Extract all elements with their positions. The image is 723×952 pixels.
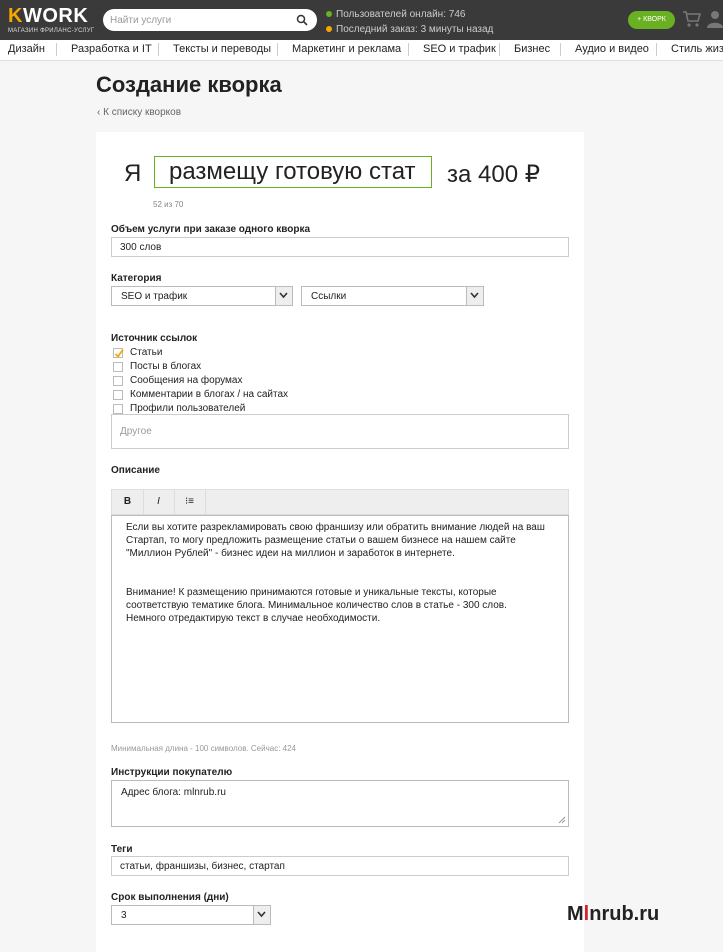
bold-button[interactable]: B — [112, 490, 144, 514]
checkbox-label: Профили пользователей — [130, 403, 246, 414]
tags-label: Теги — [111, 844, 133, 855]
search-icon[interactable] — [296, 14, 308, 26]
editor-toolbar: B I ⁝≡ — [111, 489, 569, 515]
nav-lifestyle[interactable]: Стиль жизни — [671, 43, 723, 55]
list-button[interactable]: ⁝≡ — [174, 490, 206, 514]
instructions-label: Инструкции покупателю — [111, 767, 233, 778]
checkbox-label: Статьи — [130, 347, 163, 358]
kwork-logo[interactable]: KWORK — [8, 6, 88, 26]
checkbox-label: Посты в блогах — [130, 361, 202, 372]
search-input[interactable] — [110, 12, 290, 28]
logo-k: K — [8, 5, 23, 27]
nav-divider — [56, 43, 57, 56]
description-label: Описание — [111, 465, 160, 476]
checkbox-label: Комментарии в блогах / на сайтах — [130, 389, 289, 400]
category-label: Категория — [111, 273, 162, 284]
kwork-title-input[interactable] — [154, 156, 432, 188]
checkbox[interactable] — [113, 390, 123, 400]
checkbox[interactable] — [113, 376, 123, 386]
last-order-text: Последний заказ: 3 минуты назад — [336, 24, 494, 35]
nav-divider — [158, 43, 159, 56]
nav-design[interactable]: Дизайн — [8, 43, 45, 55]
italic-button[interactable]: I — [143, 490, 175, 514]
link-source-label: Источник ссылок — [111, 333, 198, 344]
description-editor[interactable]: Если вы хотите разрекламировать свою фра… — [111, 515, 569, 723]
description-length-hint: Минимальная длина - 100 символов. Сейчас… — [111, 744, 296, 753]
instructions-value: Адрес блога: mlnrub.ru — [121, 787, 226, 798]
subcategory-select-value: Ссылки — [311, 291, 347, 302]
watermark-part: M — [567, 903, 584, 925]
deadline-label: Срок выполнения (дни) — [111, 892, 229, 903]
nav-divider — [277, 43, 278, 56]
description-paragraph: Внимание! К размещению принимаются готов… — [126, 587, 507, 624]
online-dot-icon — [326, 11, 332, 18]
volume-label: Объем услуги при заказе одного кворка — [111, 224, 311, 235]
logo-subtitle: МАГАЗИН ФРИЛАНС-УСЛУГ — [8, 28, 95, 34]
kwork-price: за 400 ₽ — [447, 161, 540, 188]
checkbox-label: Сообщения на форумах — [130, 375, 243, 386]
last-order: Последний заказ: 3 минуты назад — [326, 24, 493, 35]
deadline-select[interactable]: 3 — [111, 905, 271, 925]
nav-audio-video[interactable]: Аудио и видео — [575, 43, 649, 55]
cart-icon[interactable] — [682, 10, 702, 28]
logo-rest: WORK — [22, 5, 89, 27]
kwork-char-count: 52 из 70 — [153, 200, 184, 209]
user-icon[interactable] — [707, 10, 723, 28]
back-link[interactable]: ‹ К списку кворков — [97, 107, 181, 118]
category-nav: Дизайн Разработка и IT Тексты и переводы… — [0, 40, 723, 61]
order-dot-icon — [326, 26, 332, 33]
watermark: Mlnrub.ru — [567, 903, 659, 926]
checkbox[interactable] — [113, 348, 124, 358]
subcategory-select[interactable]: Ссылки — [301, 286, 484, 306]
page-title: Создание кворка — [96, 72, 282, 97]
nav-seo[interactable]: SEO и трафик — [423, 43, 496, 55]
instructions-textarea[interactable]: Адрес блога: mlnrub.ru — [111, 780, 569, 827]
category-select-value: SEO и трафик — [121, 291, 188, 302]
nav-divider — [560, 43, 561, 56]
category-select[interactable]: SEO и трафик — [111, 286, 293, 306]
nav-divider — [408, 43, 409, 56]
kwork-prefix: Я — [124, 160, 142, 187]
back-link-label: К списку кворков — [103, 107, 182, 118]
nav-development[interactable]: Разработка и IT — [71, 43, 152, 55]
checkmark-icon — [114, 348, 124, 358]
add-kwork-button[interactable]: + КВОРК — [628, 11, 675, 29]
tags-input[interactable] — [111, 856, 569, 876]
resize-handle-icon[interactable] — [558, 816, 566, 824]
users-online: Пользователей онлайн: 746 — [326, 9, 465, 20]
description-paragraph: Если вы хотите разрекламировать свою фра… — [126, 522, 545, 559]
nav-texts[interactable]: Тексты и переводы — [173, 43, 271, 55]
nav-business[interactable]: Бизнес — [514, 43, 550, 55]
deadline-select-value: 3 — [121, 910, 127, 921]
nav-divider — [656, 43, 657, 56]
nav-divider — [499, 43, 500, 56]
users-online-text: Пользователей онлайн: 746 — [336, 9, 466, 20]
chevron-down-icon — [466, 287, 483, 305]
watermark-part: nrub.ru — [589, 903, 660, 925]
checkbox[interactable] — [113, 404, 123, 414]
nav-marketing[interactable]: Маркетинг и реклама — [292, 43, 401, 55]
chevron-down-icon — [275, 287, 292, 305]
checkbox[interactable] — [113, 362, 123, 372]
other-source-input[interactable] — [111, 414, 569, 449]
volume-input[interactable] — [111, 237, 569, 257]
chevron-down-icon — [253, 906, 270, 924]
